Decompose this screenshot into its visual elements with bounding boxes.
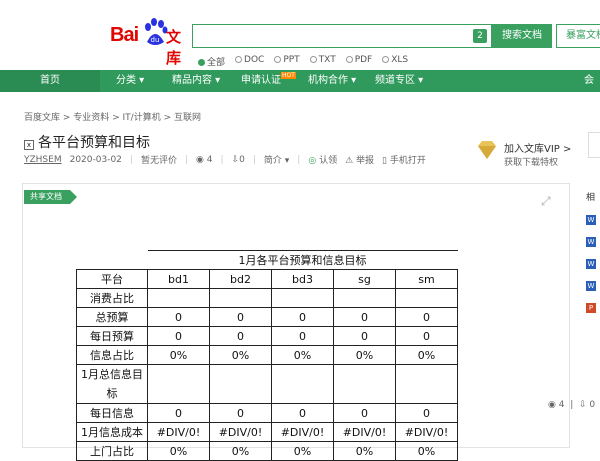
header-cell: sm (395, 269, 458, 289)
header: Bai du 文库 2 搜索文档 暴富文档 全部 DOC PPT TXT PDF… (0, 0, 600, 70)
row-label: 消费占比 (76, 288, 148, 308)
claim-link[interactable]: ◎ 认领 (308, 153, 337, 166)
table-row: 每日预算 00000 (76, 326, 458, 346)
row-label: 1月信息成本 (76, 422, 148, 442)
header-cell: bd1 (147, 269, 210, 289)
type-radio-all[interactable]: 全部 (198, 55, 225, 68)
side-panel-stub (588, 132, 600, 158)
table-title: 1月各平台预算和信息目标 (147, 250, 458, 270)
search-count-badge: 2 (473, 29, 487, 43)
breadcrumb[interactable]: 百度文库 > 专业资料 > IT/计算机 > 互联网 (24, 110, 201, 123)
search-docs-button[interactable]: 搜索文档 (492, 24, 552, 48)
eye-icon: ◉ (196, 154, 204, 165)
doc-type-filter: 全部 DOC PPT TXT PDF XLS (198, 55, 408, 68)
page-title: 各平台预算和目标 (38, 135, 150, 151)
row-label: 1月总信息目标 (76, 364, 148, 404)
download-icon: ⇩ (231, 154, 240, 165)
ppt-file-icon[interactable]: P (586, 303, 596, 313)
logo-du-text: du (151, 36, 160, 44)
header-cell: bd2 (209, 269, 272, 289)
hot-badge: HOT (281, 72, 296, 79)
word-file-icon[interactable]: W (586, 281, 596, 291)
fullscreen-icon[interactable]: ⤢ (541, 194, 551, 209)
nav-premium[interactable]: 精品内容 ▾ (172, 70, 220, 92)
table-row: 消费占比 (76, 288, 458, 308)
phone-icon: ▯ (382, 156, 387, 166)
main-nav: 首页 分类 ▾ 精品内容 ▾ 申请认证HOT 机构合作 ▾ 频道专区 ▾ 会 (0, 70, 600, 92)
author-link[interactable]: YZHSEM (24, 155, 62, 165)
my-docs-button[interactable]: 暴富文档 (556, 24, 600, 48)
rating-text: 暂无评价 (140, 156, 177, 166)
type-radio-ppt[interactable]: PPT (274, 55, 300, 68)
table-row: 1月信息成本 #DIV/0! #DIV/0! #DIV/0! #DIV/0! #DIV/… (76, 422, 458, 442)
baidu-wenku-logo[interactable]: Bai du 文库 (110, 18, 190, 67)
table-row: 总预算 00000 (76, 307, 458, 327)
vip-promo[interactable]: 加入文库VIP > 获取下载特权 (476, 138, 576, 170)
report-icon: ⚠ (345, 156, 354, 166)
sidebar-label: 相 (586, 193, 596, 203)
word-file-icon[interactable]: W (586, 237, 596, 247)
search-input[interactable]: 2 (192, 24, 492, 48)
header-cell: 平台 (76, 269, 148, 289)
report-link[interactable]: ⚠ 举报 (345, 153, 374, 166)
related-docs-sidebar: 相 W W W W P (586, 190, 600, 313)
intro-dropdown[interactable]: 简介 ▾ (264, 153, 289, 166)
header-cell: sg (333, 269, 396, 289)
table-row: 每日信息 00000 (76, 403, 458, 423)
nav-channel[interactable]: 频道专区 ▾ (375, 70, 423, 92)
row-label: 每日信息 (76, 403, 148, 423)
doc-meta: YZHSEM 2020-03-02 | 暂无评价 | ◉ 4 | ⇩0 | 简介… (24, 153, 426, 167)
download-count: ⇩0 (231, 154, 245, 165)
mobile-open-link[interactable]: ▯ 手机打开 (382, 153, 426, 166)
nav-category[interactable]: 分类 ▾ (116, 70, 144, 92)
type-radio-doc[interactable]: DOC (235, 55, 264, 68)
view-count: ◉ 4 (196, 154, 213, 165)
row-label: 总预算 (76, 307, 148, 327)
table-row: 上门占比 0% 0% 0% 0% 0% (76, 441, 458, 461)
nav-cooperation[interactable]: 机构合作 ▾ (308, 70, 356, 92)
upload-date: 2020-03-02 (69, 154, 122, 165)
table-row: 信息占比 0% 0% 0% 0% 0% (76, 345, 458, 365)
type-radio-xls[interactable]: XLS (382, 55, 408, 68)
row-label: 每日预算 (76, 326, 148, 346)
type-radio-txt[interactable]: TXT (309, 55, 336, 68)
download-icon: ⇩ (578, 400, 587, 410)
nav-more[interactable]: 会 (584, 70, 594, 92)
word-file-icon[interactable]: W (586, 215, 596, 225)
nav-home[interactable]: 首页 (0, 70, 100, 92)
word-file-icon[interactable]: W (586, 259, 596, 269)
logo-bai-text: Bai (110, 24, 139, 46)
table-header-row: 平台 bd1 bd2 bd3 sg sm (76, 269, 458, 289)
eye-icon: ◉ (548, 400, 556, 410)
paw-icon: du (145, 18, 168, 45)
row-label: 上门占比 (76, 441, 148, 461)
header-cell: bd3 (271, 269, 334, 289)
logo-wenku-text: 文库 (166, 28, 182, 67)
xls-file-icon: x (24, 140, 34, 150)
row-label: 信息占比 (76, 345, 148, 365)
vip-subtitle: 获取下载特权 (504, 158, 559, 168)
table-row: 1月总信息目标 (76, 364, 458, 404)
table-title-spacer (77, 251, 148, 270)
type-radio-pdf[interactable]: PDF (345, 55, 372, 68)
nav-certification[interactable]: 申请认证HOT (241, 70, 296, 92)
shared-doc-badge: 共享文档 (24, 190, 77, 204)
vip-title: 加入文库VIP > (504, 144, 572, 155)
doc-title-row: x 各平台预算和目标 (24, 132, 150, 152)
diamond-icon (478, 141, 496, 159)
budget-table: 1月各平台预算和信息目标 平台 bd1 bd2 bd3 sg sm 消费占比 总… (76, 250, 458, 461)
doc-stats: ◉ 4 | ⇩ 0 (548, 400, 596, 410)
claim-icon: ◎ (308, 156, 317, 166)
